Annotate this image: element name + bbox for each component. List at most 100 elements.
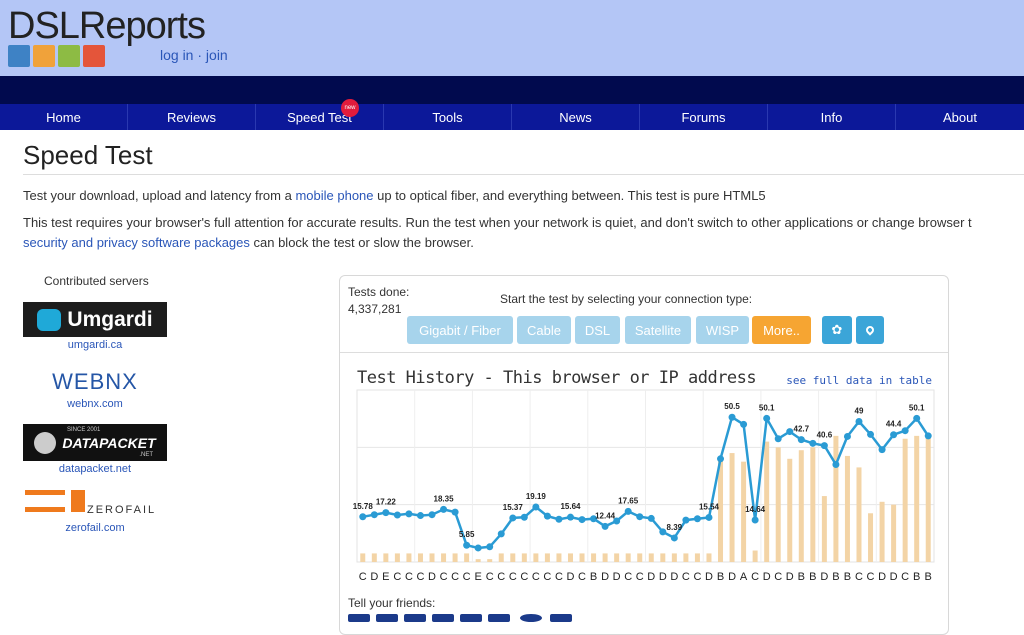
chart-grade-label: B [925,571,932,583]
login-links: log in · join [160,47,228,63]
chart-data-label: 12.44 [595,511,616,520]
cable-button[interactable]: Cable [517,316,571,344]
chart-bar [856,467,862,562]
zerofail-mark [25,490,65,512]
intro-post: up to optical fiber, and everything betw… [373,188,766,203]
chart-grade-label: B [844,571,851,583]
wifi-icon [33,45,55,67]
nav-home[interactable]: Home [0,104,128,130]
chart-grade-label: D [613,571,621,583]
chart-bar [671,553,677,562]
requirements-post: can block the test or slow the browser. [249,235,474,250]
chart-bar [625,553,631,562]
nav-reviews[interactable]: Reviews [128,104,256,130]
nav-speed-test[interactable]: Speed Test new [256,99,384,130]
chart-bar [475,559,481,562]
chart-grade-label: C [693,571,701,583]
gigabit-fiber-button[interactable]: Gigabit / Fiber [407,316,513,344]
chart-point [855,418,863,426]
chart-point [717,455,725,463]
nav-about[interactable]: About [896,104,1024,130]
dsl-button[interactable]: DSL [575,316,620,344]
chart-bar [441,553,447,562]
umgardi-logo: Umgardi [23,302,167,337]
chart-bar [602,553,608,562]
nav-forums[interactable]: Forums [640,104,768,130]
chart-data-label: 15.78 [353,502,374,511]
chart-point [370,511,378,519]
more-button[interactable]: More.. [752,316,811,344]
chart-grade-label: B [717,571,724,583]
chart-bar [833,435,839,562]
chart-grade-label: E [382,571,389,583]
share-reddit-icon[interactable] [460,614,482,622]
share-google-icon[interactable] [404,614,426,622]
site-logo[interactable]: DSLReports [8,6,206,46]
chart-point [578,516,586,524]
webnx-url[interactable]: webnx.com [23,398,167,410]
chart-data-label: 50.1 [909,403,925,412]
chart-bar [752,550,758,562]
datapacket-url[interactable]: datapacket.net [23,463,167,475]
login-link[interactable]: log in [160,47,193,63]
chart-point [820,442,828,450]
security-software-link[interactable]: security and privacy software packages [23,235,250,250]
wisp-button[interactable]: WISP [696,316,749,344]
chart-grade-label: C [486,571,494,583]
chart-grade-label: A [740,571,748,583]
title-divider [23,174,1024,175]
nav-home-label: Home [46,109,81,125]
sponsor-webnx[interactable]: WEBNX webnx.com [23,368,167,410]
sponsor-zerofail[interactable]: ZEROFAIL zerofail.com [23,488,167,534]
history-table-link[interactable]: see full data in table [786,374,932,387]
chart-bar [371,553,377,562]
settings-button[interactable]: ✿ [822,316,852,344]
gear-icon: ✿ [831,322,843,337]
chart-bar [567,553,573,562]
chart-point [359,513,367,521]
chart-data-label: 15.37 [503,503,524,512]
share-email-icon[interactable] [432,614,454,622]
chart-grade-label: C [393,571,401,583]
chart-bar [694,553,700,562]
chart-grade-label: E [474,571,481,583]
chart-point [682,516,690,524]
share-circle-icon[interactable] [520,614,542,622]
join-link[interactable]: join [206,47,228,63]
chart-point [624,507,632,515]
sponsor-datapacket[interactable]: DATAPACKET SINCE 2001 .NET datapacket.ne… [23,424,167,475]
chart-point [786,428,794,436]
nav-info[interactable]: Info [768,104,896,130]
history-title: Test History - This browser or IP addres… [357,368,757,388]
chart-bar [533,553,539,562]
umgardi-url[interactable]: umgardi.ca [23,339,167,351]
chart-point [474,544,482,552]
nav-news[interactable]: News [512,104,640,130]
satellite-button[interactable]: Satellite [625,316,691,344]
chart-bar [914,435,920,562]
sponsor-umgardi[interactable]: Umgardi umgardi.ca [23,302,167,351]
requirements-text-2: security and privacy software packages c… [23,233,474,253]
chart-bar [868,513,874,562]
mobile-phone-link[interactable]: mobile phone [295,188,373,203]
chart-grade-label: C [463,571,471,583]
chart-grade-label: B [913,571,920,583]
share-twitter-icon[interactable] [376,614,398,622]
globe-icon [34,431,57,454]
chart-grade-label: C [774,571,782,583]
chart-grade-label: C [855,571,863,583]
contributed-servers-title: Contributed servers [44,274,149,288]
chart-grade-label: C [867,571,875,583]
chart-data-label: 50.5 [724,402,740,411]
zerofail-url[interactable]: zerofail.com [23,522,167,534]
panel-divider [340,352,948,353]
share-more-icon[interactable] [550,614,572,622]
nav-tools[interactable]: Tools [384,104,512,130]
chart-bar [775,447,781,562]
location-button[interactable] [856,316,884,344]
share-facebook-icon[interactable] [348,614,370,622]
chart-point [636,513,644,521]
share-link-icon[interactable] [488,614,510,622]
chart-point [728,413,736,421]
chart-grade-label: D [428,571,436,583]
